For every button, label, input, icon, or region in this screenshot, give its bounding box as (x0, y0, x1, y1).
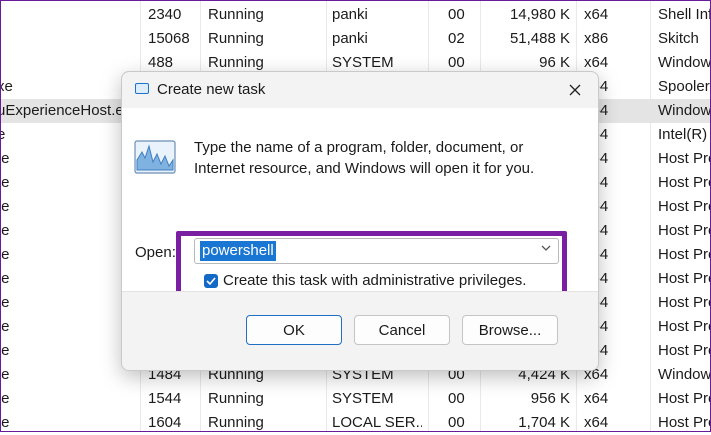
open-label: Open: (135, 244, 176, 261)
table-cell-user: SYSTEM (332, 390, 394, 407)
table-cell-status: Running (208, 30, 264, 47)
run-program-icon (134, 140, 176, 174)
table-cell-desc: Shell Inf (658, 6, 711, 23)
table-cell-mem: 51,488 K (509, 30, 570, 47)
dialog-footer: OK Cancel Browse... (122, 291, 598, 370)
table-row[interactable]: te 1544 Running SYSTEM 00 956 K x64 Host Pro (0, 387, 711, 411)
table-cell-cpu: 00 (448, 54, 465, 71)
create-new-task-dialog: Create new task Type the name of a progr… (121, 71, 599, 371)
table-row[interactable]: 15068 Running panki 02 51,488 K x86 Skitch (0, 27, 711, 51)
table-cell-name: uExperienceHost.ex (0, 102, 132, 119)
table-cell-desc: Host Pro (658, 294, 711, 311)
table-cell-arch: x86 (584, 30, 609, 47)
checkmark-icon (206, 277, 216, 286)
table-cell-desc: Window (658, 366, 711, 383)
table-cell-status: Running (208, 414, 264, 431)
table-cell-arch: x64 (584, 54, 609, 71)
close-button[interactable] (552, 72, 598, 108)
table-cell-arch: x64 (584, 6, 609, 23)
cancel-button[interactable]: Cancel (354, 315, 450, 345)
table-cell-desc: Host Pro (658, 222, 711, 239)
table-cell-mem: 96 K (539, 54, 570, 71)
table-cell-name: te (0, 174, 10, 191)
dialog-description: Type the name of a program, folder, docu… (194, 139, 535, 177)
table-cell-arch: x64 (584, 414, 609, 431)
browse-button[interactable]: Browse... (462, 315, 558, 345)
table-cell-name: te (0, 270, 10, 287)
table-cell-user: panki (332, 6, 368, 23)
dialog-titlebar[interactable]: Create new task (122, 72, 598, 108)
table-cell-desc: Host Pro (658, 270, 711, 287)
table-cell-pid: 488 (148, 54, 174, 71)
ok-button[interactable]: OK (246, 315, 342, 345)
chevron-down-icon-glyph (541, 245, 551, 251)
table-cell-name: te (0, 414, 10, 431)
table-cell-cpu: 00 (448, 414, 465, 431)
task-window-icon (135, 83, 149, 94)
table-cell-desc: Host Pro (658, 318, 711, 335)
close-icon (569, 84, 581, 96)
open-input-value[interactable]: powershell (200, 241, 276, 261)
table-cell-status: Running (208, 390, 264, 407)
table-cell-user: panki (332, 30, 368, 47)
open-combobox[interactable]: powershell (194, 238, 559, 264)
table-cell-mem: 956 K (530, 390, 570, 407)
table-cell-name: e (0, 126, 6, 143)
admin-privileges-label[interactable]: Create this task with administrative pri… (223, 272, 526, 289)
table-cell-desc: Host Pro (658, 150, 711, 167)
table-cell-name: te (0, 246, 10, 263)
table-cell-status: Running (208, 6, 264, 23)
admin-privileges-checkbox[interactable] (204, 274, 218, 288)
table-cell-name: te (0, 318, 10, 335)
table-cell-pid: 1604 (148, 414, 182, 431)
table-cell-pid: 2340 (148, 6, 182, 23)
table-cell-desc: Host Pro (658, 414, 711, 431)
table-cell-status: Running (208, 54, 264, 71)
table-cell-desc: Host Pro (658, 342, 711, 359)
dialog-body: Type the name of a program, folder, docu… (122, 108, 598, 303)
table-cell-mem: 14,980 K (509, 6, 570, 23)
table-cell-cpu: 00 (448, 390, 465, 407)
table-cell-name: te (0, 366, 10, 383)
table-cell-desc: Skitch (658, 30, 699, 47)
table-cell-desc: Window (658, 54, 711, 71)
table-cell-desc: Host Pro (658, 174, 711, 191)
table-row[interactable]: 2340 Running panki 00 14,980 K x64 Shell Inf (0, 3, 711, 27)
table-cell-desc: Spooler (658, 78, 710, 95)
dialog-title: Create new task (157, 81, 266, 98)
table-cell-cpu: 00 (448, 6, 465, 23)
table-cell-name: te (0, 294, 10, 311)
table-cell-arch: x64 (584, 390, 609, 407)
table-cell-desc: Host Pro (658, 198, 711, 215)
table-cell-mem: 1,704 K (518, 414, 570, 431)
table-row[interactable]: te 1604 Running LOCAL SER... 00 1,704 K x64 Hos… (0, 411, 711, 435)
table-cell-desc: Intel(R) (658, 126, 708, 143)
table-cell-user: SYSTEM (332, 54, 394, 71)
table-cell-user: LOCAL SER... (332, 414, 422, 431)
table-cell-name: te (0, 222, 10, 239)
table-cell-name: te (0, 390, 10, 407)
table-cell-pid: 1544 (148, 390, 182, 407)
table-cell-name: xe (0, 78, 13, 95)
table-cell-name: te (0, 198, 10, 215)
table-cell-desc: Window (658, 102, 711, 119)
table-cell-cpu: 02 (448, 30, 465, 47)
table-cell-desc: Host Pro (658, 246, 711, 263)
table-cell-name: te (0, 150, 10, 167)
table-cell-desc: Host Pro (658, 390, 711, 407)
chevron-down-icon[interactable] (539, 242, 553, 258)
table-cell-pid: 15068 (148, 30, 190, 47)
table-cell-name: te (0, 342, 10, 359)
